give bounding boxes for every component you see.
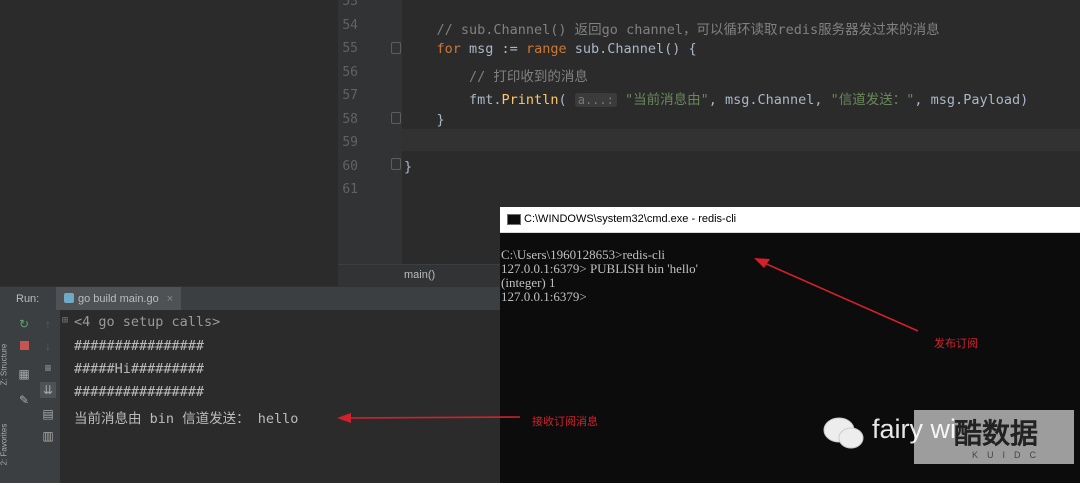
line-number: 58 — [342, 111, 358, 127]
fold-icon[interactable] — [391, 42, 401, 54]
trash-icon[interactable]: ▥ — [40, 428, 56, 444]
line-number: 61 — [342, 182, 358, 197]
run-console[interactable]: ⊞ <4 go setup calls> ################ ##… — [60, 310, 500, 483]
favorites-tool-label[interactable]: 2: Favorites — [0, 405, 9, 485]
code-line[interactable]: // sub.Channel() 返回go channel，可以循环读取redi… — [404, 18, 940, 38]
code-token: } — [404, 111, 445, 128]
expand-icon[interactable]: ⊞ — [62, 315, 68, 326]
editor-left-area — [0, 0, 338, 286]
code-token: msg := — [460, 41, 526, 57]
tab-label: go build main.go — [78, 293, 159, 305]
cmd-line: 127.0.0.1:6379> — [501, 289, 587, 304]
code-line[interactable]: fmt.Println( a...: "当前消息由", msg.Channel,… — [404, 88, 1028, 108]
stop-icon[interactable] — [16, 338, 32, 354]
receive-annotation: 接收订阅消息 — [532, 416, 598, 428]
soft-wrap-icon[interactable]: ≡ — [40, 360, 56, 376]
line-number: 53 — [342, 0, 358, 9]
code-line[interactable]: for msg := range sub.Channel() { — [404, 41, 697, 57]
run-tool-column: ↻ ▦ ✎ ↑ ↓ ≡ ⇊ ▤ ▥ — [12, 310, 61, 483]
code-token: sub.Channel() { — [566, 41, 697, 57]
rerun-icon[interactable]: ↻ — [16, 316, 32, 332]
line-number: 57 — [342, 88, 358, 103]
console-line: 当前消息由 bin 信道发送： hello — [74, 411, 299, 427]
code-token: "当前消息由" — [616, 92, 709, 108]
arrow-down-icon[interactable]: ↓ — [40, 338, 56, 354]
run-toolbar: Run: go build main.go × — [0, 286, 500, 313]
console-line: ################ — [74, 338, 205, 354]
cmd-title: C:\WINDOWS\system32\cmd.exe - redis-cli — [524, 213, 737, 225]
code-token: } — [404, 158, 413, 175]
line-number: 54 — [342, 17, 358, 33]
code-token: fmt. — [404, 92, 502, 108]
line-number: 59 — [342, 135, 358, 150]
watermark: fairy wi 酷数据 KUIDC — [822, 410, 1080, 470]
go-icon — [64, 293, 74, 303]
code-token: range — [525, 41, 567, 57]
code-token: for — [436, 41, 461, 57]
line-number: 60 — [342, 158, 358, 174]
layout-icon[interactable]: ▦ — [16, 366, 32, 382]
scroll-to-end-icon[interactable]: ⇊ — [40, 382, 56, 398]
cmd-title-bar[interactable]: C:\WINDOWS\system32\cmd.exe - redis-cli — [500, 207, 1080, 233]
watermark-badge: 酷数据 — [954, 418, 1039, 449]
watermark-sub: KUIDC — [972, 450, 1046, 460]
console-line: #####Hi######### — [74, 361, 205, 377]
breadcrumb-item[interactable]: main() — [404, 269, 435, 281]
publish-annotation: 发布订阅 — [934, 338, 978, 350]
code-token: "信道发送：" — [830, 92, 915, 108]
current-line-highlight — [402, 129, 1080, 151]
parameter-hint: a...: — [574, 93, 617, 107]
print-icon[interactable]: ▤ — [40, 406, 56, 422]
code-token: // sub.Channel() 返回go channel，可以循环读取redi… — [404, 21, 940, 38]
wechat-icon — [823, 417, 864, 449]
code-token: , msg.Channel, — [708, 92, 831, 108]
console-line[interactable]: <4 go setup calls> — [74, 314, 220, 330]
code-token: Println — [501, 92, 559, 108]
line-number: 55 — [342, 41, 358, 56]
line-number: 56 — [342, 64, 358, 80]
code-token: ( — [558, 92, 575, 108]
pin-icon[interactable]: ✎ — [16, 392, 32, 408]
code-line[interactable]: // 打印收到的消息 — [404, 65, 588, 85]
side-tool-strip: Z: Structure 2: Favorites — [0, 310, 12, 483]
console-line: ################ — [74, 384, 205, 400]
arrow-up-icon[interactable]: ↑ — [40, 316, 56, 332]
code-line[interactable]: } — [404, 112, 445, 128]
cmd-icon — [507, 214, 521, 225]
close-icon[interactable]: × — [167, 293, 173, 305]
code-token: , msg.Payload) — [914, 92, 1029, 108]
fold-icon[interactable] — [391, 112, 401, 124]
structure-tool-label[interactable]: Z: Structure — [0, 325, 9, 405]
code-line[interactable]: } — [404, 159, 412, 175]
fold-icon[interactable] — [391, 158, 401, 170]
code-token: // 打印收到的消息 — [404, 68, 588, 85]
run-label: Run: — [16, 293, 40, 305]
